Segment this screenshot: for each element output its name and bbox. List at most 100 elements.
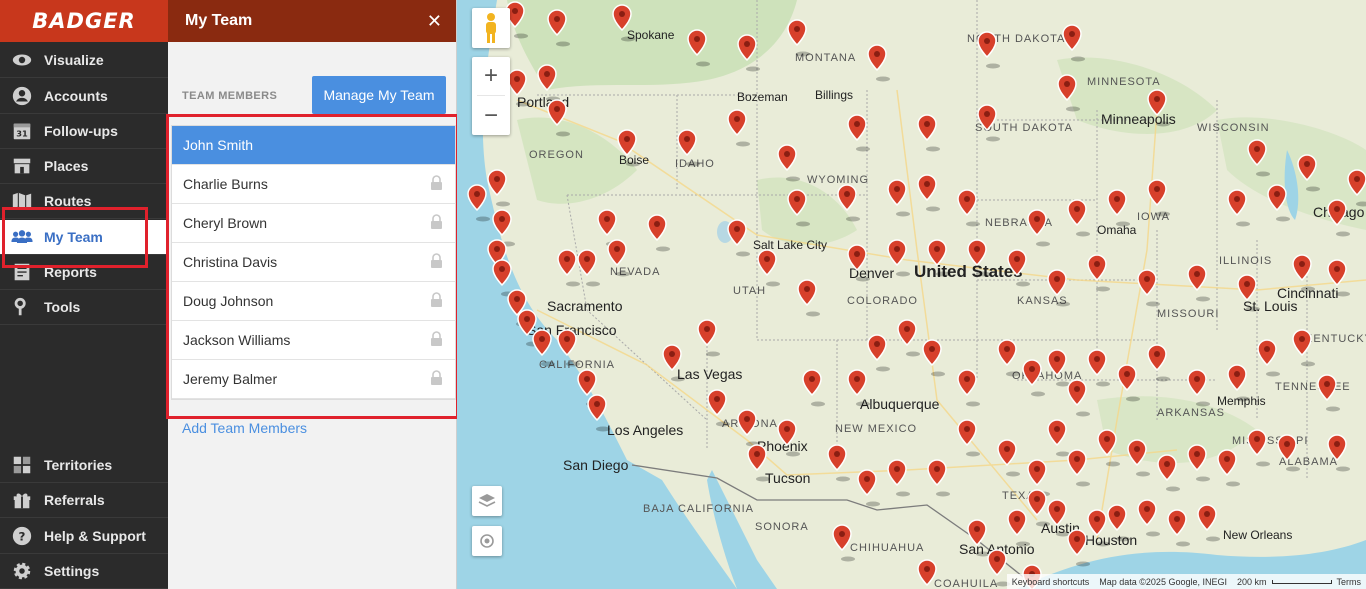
account-pin[interactable] <box>1227 189 1250 227</box>
nav-item-visualize[interactable]: Visualize <box>0 43 168 78</box>
account-pin[interactable] <box>1137 499 1160 537</box>
close-icon[interactable]: ✕ <box>427 11 442 32</box>
street-view-pegman-button[interactable] <box>472 8 510 48</box>
nav-item-my-team[interactable]: My Team <box>0 220 168 255</box>
account-pin[interactable] <box>727 109 750 147</box>
account-pin[interactable] <box>662 344 685 382</box>
layers-button[interactable] <box>472 486 502 516</box>
account-pin[interactable] <box>977 31 1000 69</box>
account-pin[interactable] <box>1187 369 1210 407</box>
account-pin[interactable] <box>1067 449 1090 487</box>
account-pin[interactable] <box>547 99 570 137</box>
account-pin[interactable] <box>1137 269 1160 307</box>
account-pin[interactable] <box>832 524 855 562</box>
account-pin[interactable] <box>787 19 810 57</box>
account-pin[interactable] <box>827 444 850 482</box>
nav-item-places[interactable]: Places <box>0 149 168 184</box>
account-pin[interactable] <box>1097 429 1120 467</box>
account-pin[interactable] <box>1257 339 1280 377</box>
account-pin[interactable] <box>1087 349 1110 387</box>
account-pin[interactable] <box>777 419 800 457</box>
account-pin[interactable] <box>1217 449 1240 487</box>
account-pin[interactable] <box>837 184 860 222</box>
add-team-members-link[interactable]: Add Team Members <box>182 420 307 436</box>
account-pin[interactable] <box>967 519 990 557</box>
account-pin[interactable] <box>1327 434 1350 472</box>
account-pin[interactable] <box>967 239 990 277</box>
team-member-row[interactable]: Doug Johnson <box>172 282 455 321</box>
account-pin[interactable] <box>1237 274 1260 312</box>
account-pin[interactable] <box>1067 529 1090 567</box>
terms-link[interactable]: Terms <box>1332 577 1366 587</box>
account-pin[interactable] <box>917 559 940 589</box>
account-pin[interactable] <box>867 44 890 82</box>
account-pin[interactable] <box>727 219 750 257</box>
zoom-out-button[interactable]: − <box>484 96 498 135</box>
badger-logo[interactable]: BADGER <box>32 9 135 33</box>
account-pin[interactable] <box>1347 169 1366 207</box>
account-pin[interactable] <box>1277 434 1300 472</box>
account-pin[interactable] <box>1267 184 1290 222</box>
keyboard-shortcuts-link[interactable]: Keyboard shortcuts <box>1007 577 1095 587</box>
account-pin[interactable] <box>1327 199 1350 237</box>
account-pin[interactable] <box>612 4 635 42</box>
account-pin[interactable] <box>1047 499 1070 537</box>
account-pin[interactable] <box>507 69 530 107</box>
nav-item-reports[interactable]: Reports <box>0 255 168 290</box>
account-pin[interactable] <box>1292 329 1315 367</box>
account-pin[interactable] <box>487 169 510 207</box>
nav-item-territories[interactable]: Territories <box>0 448 168 483</box>
nav-item-referrals[interactable]: Referrals <box>0 483 168 518</box>
account-pin[interactable] <box>867 334 890 372</box>
account-pin[interactable] <box>1197 504 1220 542</box>
account-pin[interactable] <box>1127 439 1150 477</box>
account-pin[interactable] <box>997 339 1020 377</box>
account-pin[interactable] <box>997 439 1020 477</box>
account-pin[interactable] <box>1297 154 1320 192</box>
account-pin[interactable] <box>802 369 825 407</box>
account-pin[interactable] <box>697 319 720 357</box>
account-pin[interactable] <box>957 419 980 457</box>
account-pin[interactable] <box>1047 269 1070 307</box>
account-pin[interactable] <box>1067 199 1090 237</box>
account-pin[interactable] <box>1147 344 1170 382</box>
account-pin[interactable] <box>1087 509 1110 547</box>
account-pin[interactable] <box>1187 264 1210 302</box>
account-pin[interactable] <box>1062 24 1085 62</box>
account-pin[interactable] <box>687 29 710 67</box>
account-pin[interactable] <box>1067 379 1090 417</box>
account-pin[interactable] <box>1117 364 1140 402</box>
account-pin[interactable] <box>707 389 730 427</box>
account-pin[interactable] <box>587 394 610 432</box>
account-pin[interactable] <box>797 279 820 317</box>
account-pin[interactable] <box>1007 249 1030 287</box>
account-pin[interactable] <box>1247 429 1270 467</box>
account-pin[interactable] <box>857 469 880 507</box>
account-pin[interactable] <box>1107 189 1130 227</box>
account-pin[interactable] <box>847 369 870 407</box>
team-member-row[interactable]: Jeremy Balmer <box>172 360 455 399</box>
account-pin[interactable] <box>1147 89 1170 127</box>
account-pin[interactable] <box>917 174 940 212</box>
account-pin[interactable] <box>1167 509 1190 547</box>
account-pin[interactable] <box>647 214 670 252</box>
account-pin[interactable] <box>577 249 600 287</box>
account-pin[interactable] <box>1157 454 1180 492</box>
team-member-row[interactable]: Christina Davis <box>172 243 455 282</box>
account-pin[interactable] <box>897 319 920 357</box>
account-pin[interactable] <box>957 369 980 407</box>
account-pin[interactable] <box>607 239 630 277</box>
account-pin[interactable] <box>467 184 490 222</box>
account-pin[interactable] <box>1147 179 1170 217</box>
account-pin[interactable] <box>927 239 950 277</box>
account-pin[interactable] <box>677 129 700 167</box>
account-pin[interactable] <box>922 339 945 377</box>
my-location-button[interactable] <box>472 526 502 556</box>
account-pin[interactable] <box>557 249 580 287</box>
account-pin[interactable] <box>887 239 910 277</box>
account-pin[interactable] <box>1247 139 1270 177</box>
account-pin[interactable] <box>737 34 760 72</box>
account-pin[interactable] <box>1047 349 1070 387</box>
map-view[interactable]: MONTANA NORTH DAKOTA MINNESOTA WISCONSIN… <box>457 0 1366 589</box>
account-pin[interactable] <box>1227 364 1250 402</box>
